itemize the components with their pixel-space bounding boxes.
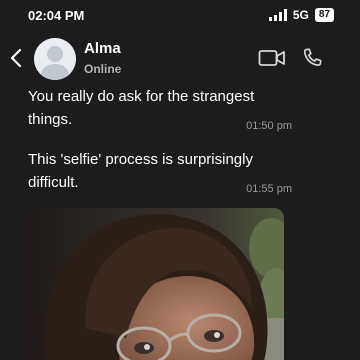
battery-level: 87: [314, 8, 334, 22]
phone-icon: [303, 48, 322, 66]
video-camera-icon: [258, 50, 285, 66]
contact-name[interactable]: Alma: [84, 40, 121, 57]
person-silhouette-icon: [34, 38, 76, 80]
status-indicators: 5G 87: [268, 8, 334, 22]
signal-bars-icon: [268, 9, 287, 21]
contact-avatar[interactable]: [34, 38, 76, 80]
network-type: 5G: [292, 8, 309, 22]
video-call-button[interactable]: [258, 48, 286, 68]
message-timestamp: 01:50 pm: [246, 120, 292, 132]
selfie-image: [26, 208, 284, 360]
status-bar: 02:04 PM 5G 87: [0, 0, 360, 30]
back-button[interactable]: [6, 46, 26, 70]
message-bubble[interactable]: You really do ask for the strangest thin…: [28, 85, 292, 132]
chevron-left-icon: [10, 48, 22, 68]
chat-header: Alma Online: [0, 30, 360, 86]
message-bubble[interactable]: This 'selfie' process is surprisingly di…: [28, 148, 292, 195]
selfie-photo[interactable]: [26, 208, 284, 360]
message-timestamp: 01:55 pm: [246, 183, 292, 195]
status-time: 02:04 PM: [28, 8, 85, 23]
contact-status: Online: [84, 62, 122, 76]
voice-call-button[interactable]: [300, 46, 324, 70]
